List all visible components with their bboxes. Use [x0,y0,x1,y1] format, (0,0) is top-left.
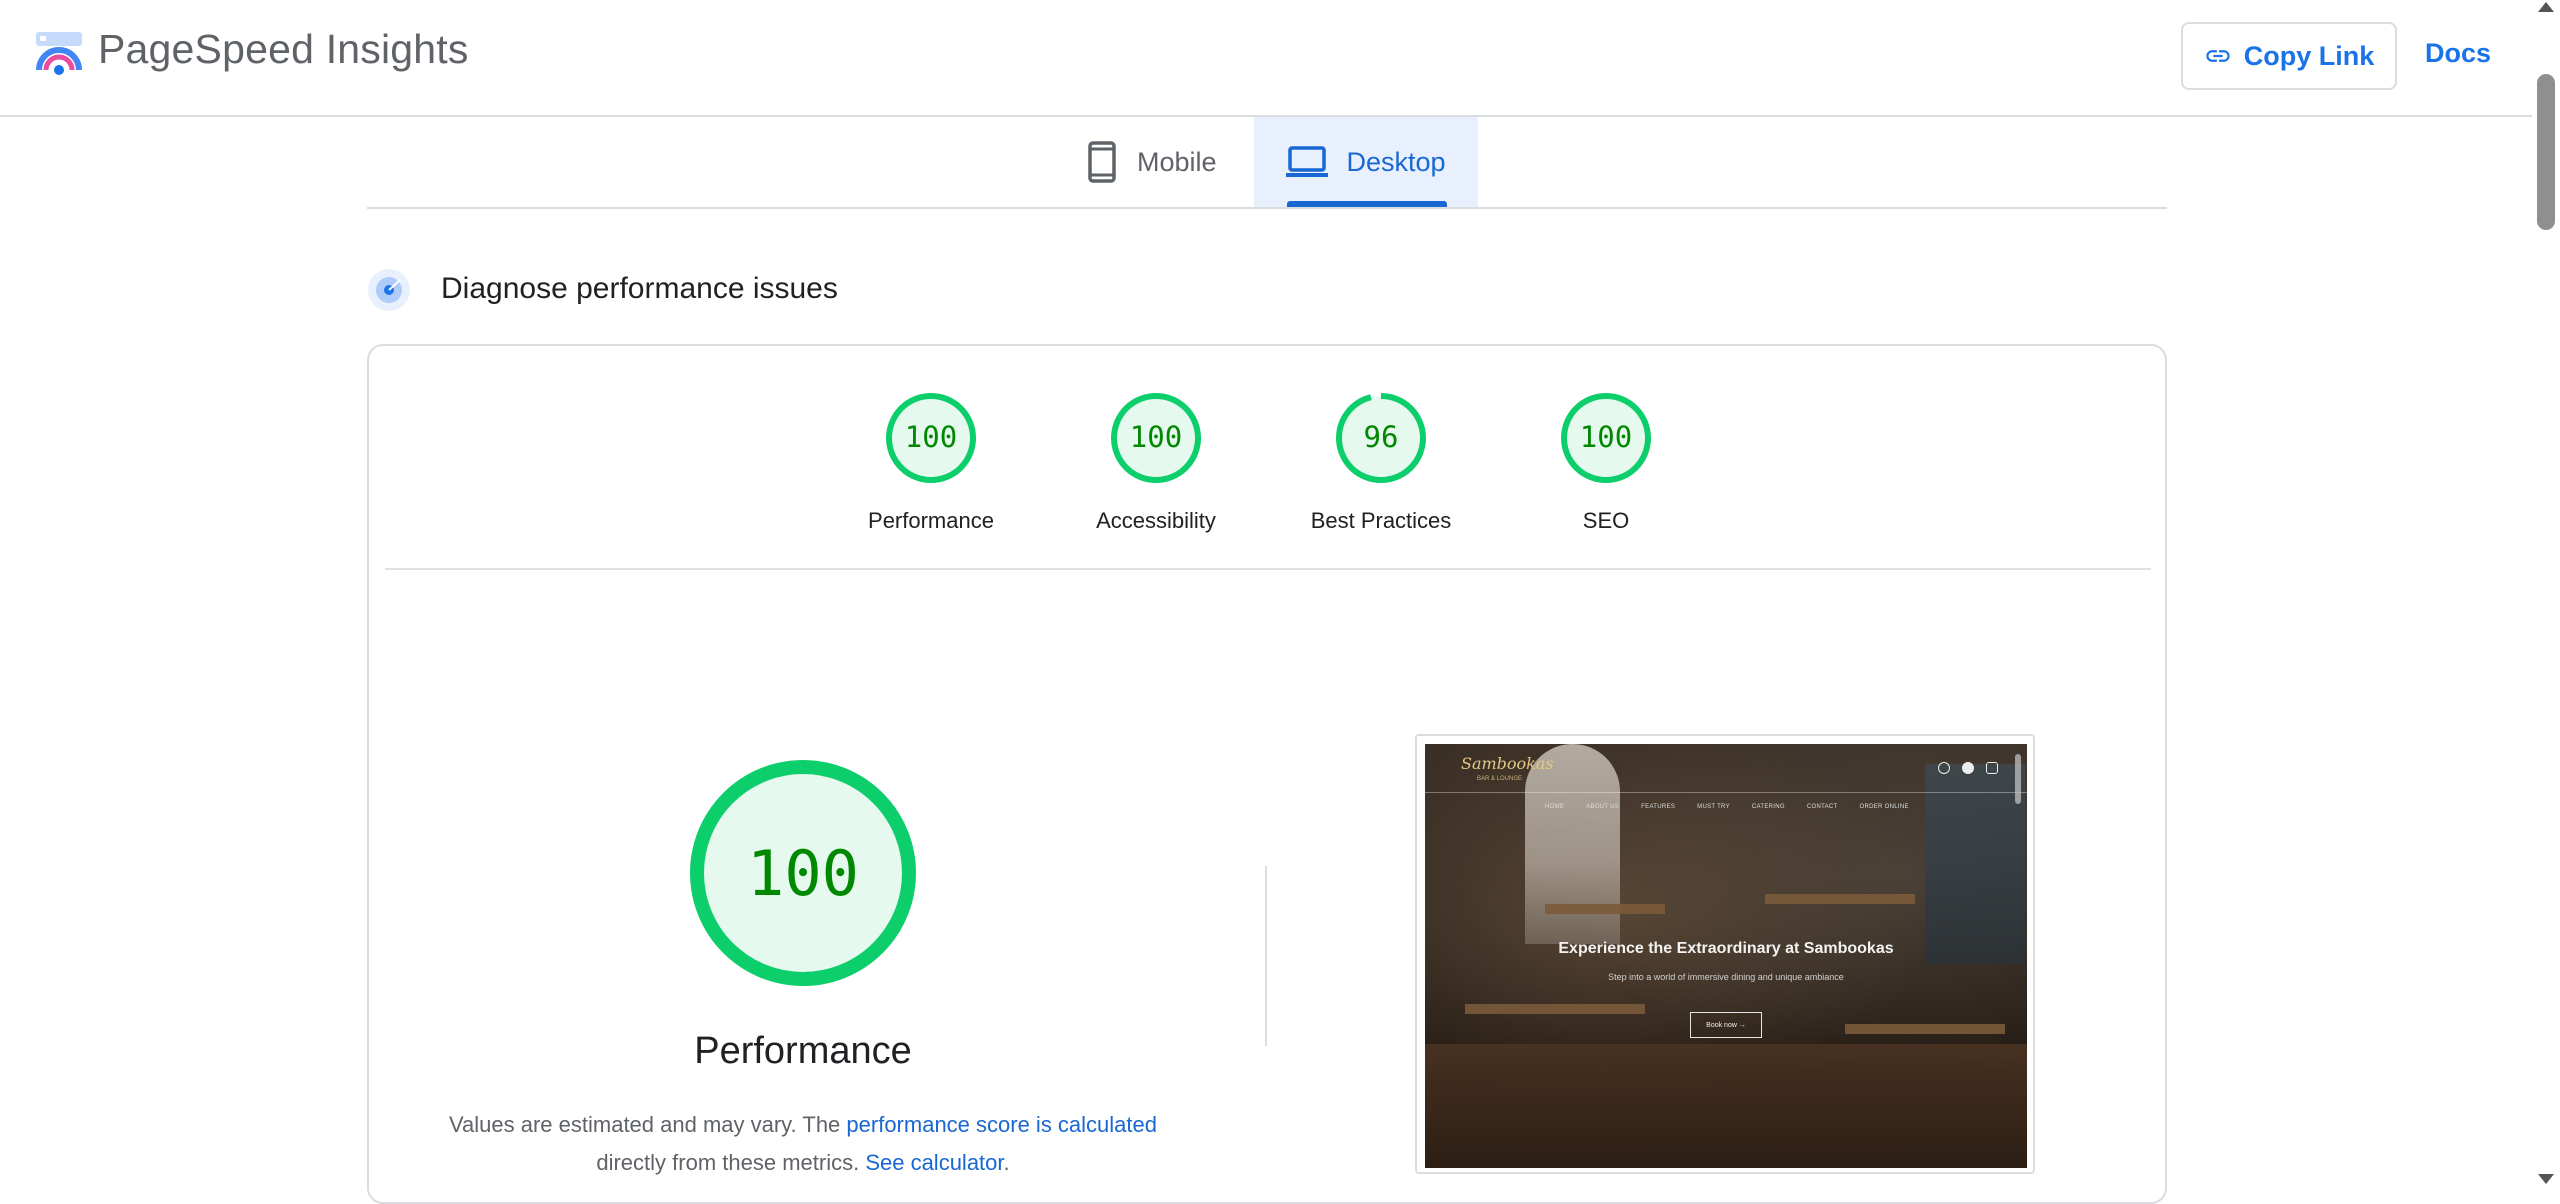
thumb-floor-decor [1425,1044,2027,1168]
diagnose-icon [368,269,410,311]
gauge-best-practices-label[interactable]: Best Practices [1281,508,1481,534]
thumb-hero-title: Experience the Extraordinary at Sambooka… [1558,940,1894,957]
section-title: Diagnose performance issues [441,272,838,305]
perf-desc-suffix: . [1003,1150,1010,1175]
performance-title: Performance [694,1030,912,1072]
thumb-table-decor [1465,1004,1645,1014]
gauge-accessibility[interactable]: 100 [1110,392,1202,484]
performance-score-value: 100 [747,837,859,910]
thumb-nav-item: CONTACT [1806,804,1838,810]
report-card: 100 Performance 100 Accessibility 96 Bes… [367,344,2167,1204]
link-icon [2206,50,2230,62]
thumb-header-line [1425,792,2027,793]
pagespeed-logo-icon[interactable] [34,30,84,78]
gauge-best-practices[interactable]: 96 [1335,392,1427,484]
final-screenshot-frame: Sambookas BAR & LOUNGE HOME ABOUT US FEA… [1415,734,2035,1174]
thumb-nav-item: FEATURES [1641,804,1676,810]
final-screenshot: Sambookas BAR & LOUNGE HOME ABOUT US FEA… [1425,744,2027,1168]
instagram-icon [1938,762,1950,774]
scroll-thumb[interactable] [2537,74,2555,230]
card-divider [385,568,2151,570]
copy-link-button[interactable]: Copy Link [2181,22,2397,90]
tab-desktop-label: Desktop [1346,146,1446,177]
app-title[interactable]: PageSpeed Insights [98,26,469,73]
see-calculator-link[interactable]: See calculator [865,1150,1003,1175]
copy-link-label: Copy Link [2243,40,2375,71]
device-tabs: Mobile Desktop [367,117,2167,209]
gauge-seo-value: 100 [1580,420,1632,454]
thumb-table-decor [1765,894,1915,904]
thumb-book-button: Book now → [1690,1012,1762,1038]
laptop-icon [1286,146,1329,177]
gauge-best-practices-value: 96 [1364,420,1399,454]
thumb-nav-item: ABOUT US [1586,804,1620,810]
thumb-nav-item: HOME [1545,804,1565,810]
facebook-icon [1962,762,1974,774]
perf-desc-middle: directly from these metrics. [596,1150,866,1175]
thumb-table-decor [1545,904,1665,914]
gauge-seo-label[interactable]: SEO [1506,508,1706,534]
thumb-site-logo: Sambookas [1461,754,1554,773]
score-gauges-row: 100 Performance 100 Accessibility 96 Bes… [369,346,2169,570]
performance-score-link[interactable]: performance score is calculated [846,1112,1157,1137]
perf-desc-prefix: Values are estimated and may vary. The [448,1112,847,1137]
top-app-bar: PageSpeed Insights Copy Link Docs [0,0,2532,117]
docs-link[interactable]: Docs [2425,38,2491,69]
thumb-hero-subtitle: Step into a world of immersive dining an… [1608,972,1844,982]
thumb-nav-item: CATERING [1751,804,1785,810]
thumb-arch-decor [1525,744,1620,944]
scroll-down-arrow-icon[interactable] [2538,1174,2554,1184]
smartphone-icon [1088,141,1116,183]
thumb-window-decor [1925,764,2025,964]
thumb-table-decor [1845,1024,2005,1034]
vertical-divider [1265,866,1267,1046]
thumb-scrollbar [2015,754,2021,804]
gauge-performance-value: 100 [905,420,957,454]
performance-description: Values are estimated and may vary. The p… [433,1106,1173,1182]
active-tab-indicator [1287,201,1447,207]
gauge-accessibility-value: 100 [1130,420,1182,454]
gauge-accessibility-label[interactable]: Accessibility [1056,508,1256,534]
tab-mobile[interactable]: Mobile [1085,117,1255,207]
scroll-up-arrow-icon[interactable] [2538,2,2554,12]
gauge-performance[interactable]: 100 [885,392,977,484]
tab-desktop[interactable]: Desktop [1254,117,1478,207]
performance-score-gauge: 100 [690,760,916,986]
gauge-seo[interactable]: 100 [1560,392,1652,484]
thumb-site-nav: HOME ABOUT US FEATURES MUST TRY CATERING… [1545,804,1945,810]
thumb-site-logo-sub: BAR & LOUNGE [1477,776,1523,782]
page-scrollbar[interactable] [2532,0,2560,1190]
thumb-nav-item: MUST TRY [1697,804,1730,810]
thumb-nav-item: ORDER ONLINE [1859,804,1909,810]
tripadvisor-icon [1986,762,1998,774]
gauge-performance-label[interactable]: Performance [831,508,1031,534]
tab-mobile-label: Mobile [1137,146,1217,177]
